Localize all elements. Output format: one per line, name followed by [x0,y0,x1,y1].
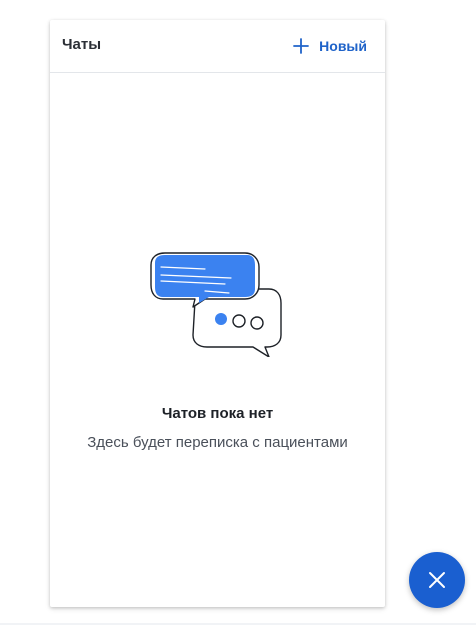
close-fab-button[interactable] [409,552,465,608]
plus-icon [293,38,310,54]
empty-state-title: Чатов пока нет [161,405,274,422]
chats-panel: Чаты Новый Чатов пока нет Здесь будет пе… [50,20,385,607]
chats-header: Чаты Новый [50,20,385,73]
page: Чаты Новый Чатов пока нет Здесь будет пе… [0,0,476,625]
chat-bubbles-illustration [150,252,282,357]
new-chat-label: Новый [319,38,367,54]
new-chat-button[interactable]: Новый [293,34,367,58]
close-icon [429,572,445,588]
empty-state-subtitle: Здесь будет переписка с пациентами [87,434,348,451]
page-title: Чаты [62,36,102,53]
